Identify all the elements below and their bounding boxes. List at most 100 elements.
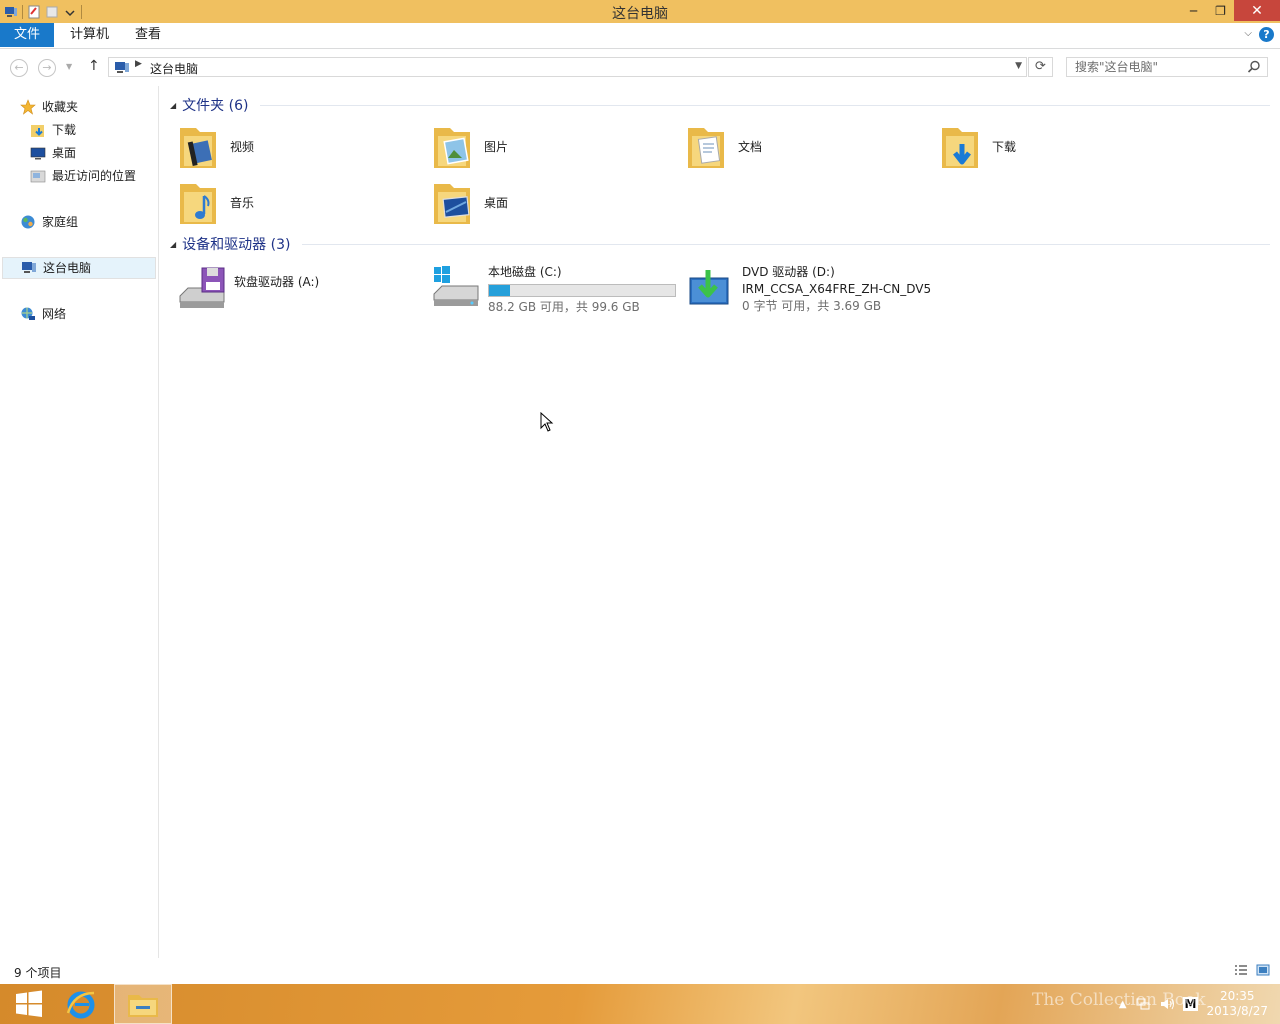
volume-label: IRM_CCSA_X64FRE_ZH-CN_DV5 — [742, 282, 932, 296]
clock-date: 2013/8/27 — [1206, 1004, 1268, 1018]
item-count: 9 个项目 — [14, 966, 62, 980]
folder-pictures[interactable]: 图片 — [432, 121, 662, 171]
sidebar-item-downloads[interactable]: 下载 — [30, 119, 76, 141]
search-input[interactable] — [1067, 58, 1245, 76]
search-icon[interactable] — [1247, 60, 1261, 74]
tab-file[interactable]: 文件 — [0, 23, 55, 47]
minimize-button[interactable]: ─ — [1180, 0, 1207, 21]
group-title: 设备和驱动器 (3) — [182, 237, 291, 253]
network-icon — [21, 307, 35, 320]
tab-computer[interactable]: 计算机 — [56, 23, 123, 47]
folder-videos[interactable]: 视频 — [178, 121, 408, 171]
sidebar-item-favorites[interactable]: 收藏夹 — [20, 96, 78, 118]
collapse-icon[interactable]: ◢ — [170, 101, 176, 110]
disk-usage-bar — [488, 284, 676, 297]
drive-name: 本地磁盘 (C:) — [488, 265, 562, 279]
window-controls: ─ ❐ ✕ — [1180, 0, 1280, 21]
floppy-drive-icon — [179, 267, 225, 308]
pictures-folder-icon — [434, 128, 470, 168]
folder-documents[interactable]: 文档 — [686, 121, 916, 171]
sidebar-item-label: 这台电脑 — [43, 261, 92, 275]
clock[interactable]: 20:35 2013/8/27 — [1206, 989, 1268, 1019]
forward-button[interactable]: → — [38, 59, 56, 77]
title-bar: 这台电脑 ─ ❐ ✕ — [0, 0, 1280, 23]
windows-logo-icon — [16, 990, 42, 1017]
folder-label: 图片 — [484, 139, 509, 154]
sidebar-item-recent-places[interactable]: 最近访问的位置 — [30, 165, 136, 187]
documents-folder-icon — [688, 128, 724, 168]
videos-folder-icon — [180, 128, 216, 168]
sidebar-item-homegroup[interactable]: 家庭组 — [20, 211, 78, 233]
address-dropdown-icon[interactable]: ▼ — [1015, 61, 1022, 71]
folder-label: 文档 — [738, 139, 763, 154]
taskbar-file-explorer[interactable] — [114, 984, 172, 1024]
restore-button[interactable]: ❐ — [1207, 0, 1234, 21]
expand-ribbon-icon[interactable]: ⌵ — [1244, 28, 1252, 39]
group-divider — [302, 244, 1270, 245]
sidebar-item-this-pc[interactable]: 这台电脑 — [2, 257, 156, 279]
close-button[interactable]: ✕ — [1234, 0, 1280, 21]
large-icons-view-icon[interactable] — [1256, 964, 1270, 976]
drive-name: 软盘驱动器 (A:) — [234, 275, 320, 289]
folder-music[interactable]: 音乐 — [178, 177, 408, 227]
folder-label: 桌面 — [484, 195, 509, 210]
devices-group-header[interactable]: ◢ 设备和驱动器 (3) — [170, 233, 290, 255]
drive-floppy[interactable]: 软盘驱动器 (A:) — [178, 264, 418, 312]
group-divider — [260, 105, 1270, 106]
internet-explorer-icon — [66, 991, 95, 1019]
local-disk-icon — [433, 266, 479, 306]
desktop-folder-icon — [434, 184, 470, 224]
folders-group-header[interactable]: ◢ 文件夹 (6) — [170, 94, 248, 116]
drive-local-disk-c[interactable]: 本地磁盘 (C:) 88.2 GB 可用，共 99.6 GB — [432, 264, 682, 316]
folder-label: 下载 — [992, 139, 1017, 154]
breadcrumb-this-pc[interactable]: 这台电脑 — [150, 60, 198, 77]
recent-locations-dropdown[interactable]: ▼ — [66, 62, 72, 71]
sidebar-item-network[interactable]: 网络 — [20, 303, 66, 325]
group-title: 文件夹 (6) — [182, 98, 249, 114]
homegroup-icon — [21, 215, 35, 229]
computer-icon — [115, 62, 129, 73]
help-button[interactable]: ? — [1259, 27, 1274, 42]
collapse-icon[interactable]: ◢ — [170, 240, 176, 249]
folder-desktop[interactable]: 桌面 — [432, 177, 662, 227]
taskbar-internet-explorer[interactable] — [52, 984, 110, 1024]
folder-downloads[interactable]: 下载 — [940, 121, 1170, 171]
ribbon: 文件 计算机 查看 ⌵ ? — [0, 23, 1280, 49]
refresh-button[interactable]: ⟳ — [1028, 57, 1053, 77]
status-bar: 9 个项目 — [0, 958, 1280, 984]
drive-space: 0 字节 可用，共 3.69 GB — [742, 299, 882, 313]
mouse-cursor-icon — [540, 412, 554, 432]
sidebar-item-label: 最近访问的位置 — [52, 169, 137, 183]
drive-dvd-d[interactable]: DVD 驱动器 (D:) IRM_CCSA_X64FRE_ZH-CN_DV5 0… — [686, 264, 986, 315]
tab-view[interactable]: 查看 — [121, 23, 175, 47]
disk-usage-fill — [489, 285, 511, 296]
drive-space: 88.2 GB 可用，共 99.6 GB — [488, 300, 640, 314]
address-bar[interactable]: ▶ 这台电脑 ▼ — [108, 57, 1027, 77]
back-button[interactable]: ← — [10, 59, 28, 77]
sidebar-item-desktop[interactable]: 桌面 — [30, 142, 76, 164]
view-switcher — [1234, 964, 1270, 976]
desktop-icon — [30, 147, 46, 160]
music-folder-icon — [180, 184, 216, 224]
content-pane: ◢ 文件夹 (6) 视频 图片 文档 下载 音乐 桌面 ◢ 设备和驱动器 (3)… — [160, 86, 1280, 958]
file-explorer-icon — [128, 995, 158, 1017]
star-icon — [20, 99, 36, 115]
dvd-drive-icon — [689, 270, 729, 305]
sidebar-item-label: 家庭组 — [42, 215, 79, 229]
downloads-folder-icon — [942, 128, 978, 168]
start-button[interactable] — [0, 984, 58, 1024]
computer-icon — [22, 262, 36, 273]
folder-label: 视频 — [230, 139, 255, 154]
sidebar-item-label: 网络 — [42, 307, 67, 321]
details-view-icon[interactable] — [1234, 964, 1248, 976]
downloads-folder-icon — [31, 125, 44, 137]
folder-label: 音乐 — [230, 195, 255, 210]
search-box[interactable] — [1066, 57, 1268, 77]
navigation-bar: ← → ▼ ↑ ▶ 这台电脑 ▼ ⟳ — [0, 48, 1280, 86]
window-title: 这台电脑 — [612, 6, 668, 22]
up-button[interactable]: ↑ — [88, 58, 100, 74]
breadcrumb-separator-icon[interactable]: ▶ — [135, 59, 142, 69]
sidebar-item-label: 收藏夹 — [42, 100, 79, 114]
sidebar-item-label: 桌面 — [52, 146, 77, 160]
drive-name: DVD 驱动器 (D:) — [742, 265, 835, 279]
